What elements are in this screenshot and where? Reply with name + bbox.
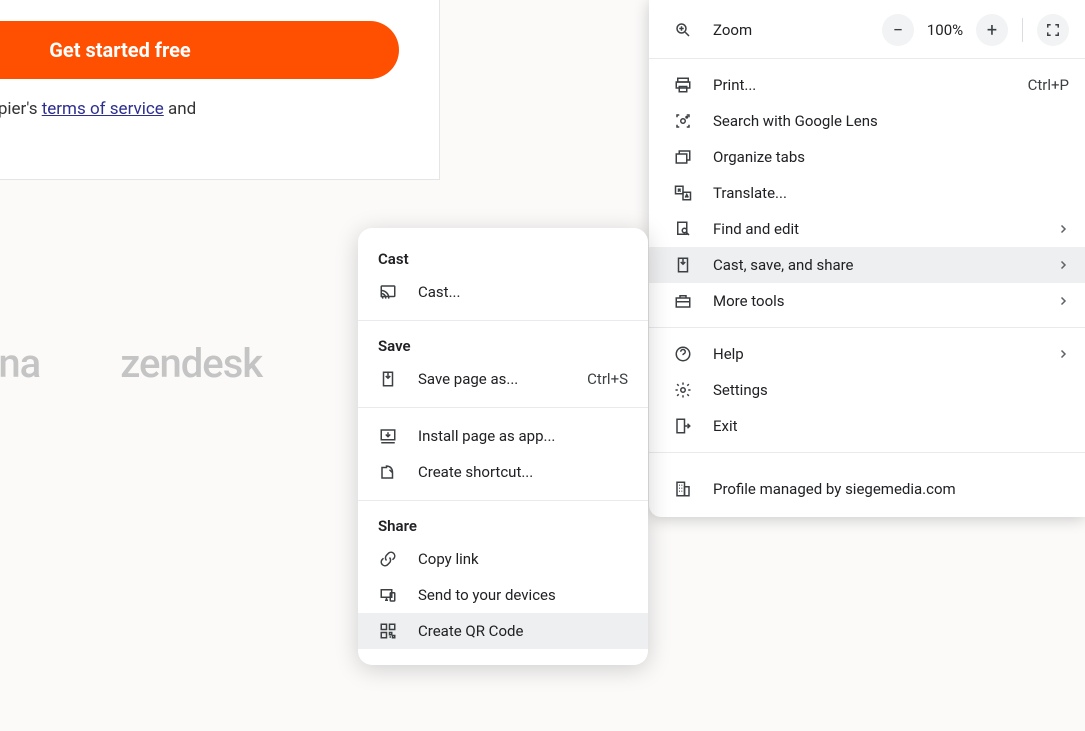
menu-organize-tabs[interactable]: Organize tabs [649, 139, 1085, 175]
sub-send-devices-label: Send to your devices [418, 586, 628, 604]
zoom-label: Zoom [713, 21, 882, 39]
zoom-value: 100% [918, 21, 972, 39]
menu-exit-label: Exit [713, 417, 1069, 435]
toolbox-icon [673, 291, 693, 311]
install-icon [378, 426, 398, 446]
legal-text: g up, you agree to Zapier's terms of ser… [0, 99, 399, 139]
logo-zendesk: zendesk [120, 340, 262, 387]
zoom-out-button[interactable]: − [882, 14, 914, 46]
cast-save-share-submenu: Cast Cast... Save Save page as... Ctrl+S… [358, 228, 648, 665]
sub-create-qr[interactable]: Create QR Code [358, 613, 648, 649]
menu-find-edit[interactable]: Find and edit [649, 211, 1085, 247]
sub-install-app[interactable]: Install page as app... [358, 418, 648, 454]
sub-save-title: Save [358, 331, 648, 361]
submenu-divider [358, 500, 648, 501]
translate-icon [673, 183, 693, 203]
terms-link[interactable]: terms of service [42, 99, 164, 119]
cast-save-share-icon [673, 255, 693, 275]
zoom-divider [1022, 18, 1023, 42]
menu-profile-managed-label: Profile managed by siegemedia.com [713, 480, 1069, 498]
chrome-main-menu: Zoom − 100% + Print... Ctrl+P Search wit… [649, 0, 1085, 517]
menu-help[interactable]: Help [649, 336, 1085, 372]
menu-print-shortcut: Ctrl+P [1028, 76, 1069, 94]
sub-create-shortcut-label: Create shortcut... [418, 463, 628, 481]
menu-print[interactable]: Print... Ctrl+P [649, 67, 1085, 103]
menu-cast-save-share[interactable]: Cast, save, and share [649, 247, 1085, 283]
submenu-divider [358, 320, 648, 321]
zoom-icon [673, 20, 693, 40]
shortcut-icon [378, 462, 398, 482]
fullscreen-button[interactable] [1037, 14, 1069, 46]
menu-divider [649, 452, 1085, 453]
organize-tabs-icon [673, 147, 693, 167]
chevron-right-icon [1057, 295, 1069, 307]
menu-lens-label: Search with Google Lens [713, 112, 1069, 130]
sub-create-shortcut[interactable]: Create shortcut... [358, 454, 648, 490]
sub-cast[interactable]: Cast... [358, 274, 648, 310]
gear-icon [673, 380, 693, 400]
find-icon [673, 219, 693, 239]
help-icon [673, 344, 693, 364]
legal-prefix: g up, you agree to Zapier's [0, 99, 42, 119]
menu-print-label: Print... [713, 76, 1028, 94]
lens-icon [673, 111, 693, 131]
save-page-icon [378, 369, 398, 389]
exit-icon [673, 416, 693, 436]
menu-organize-tabs-label: Organize tabs [713, 148, 1069, 166]
logo-asana: ana [0, 340, 40, 387]
sub-save-page-label: Save page as... [418, 370, 587, 388]
chevron-right-icon [1057, 348, 1069, 360]
sub-copy-link-label: Copy link [418, 550, 628, 568]
legal-mid: and [164, 99, 196, 119]
sub-cast-label: Cast... [418, 283, 628, 301]
menu-divider [649, 327, 1085, 328]
menu-divider [649, 58, 1085, 59]
sub-share-title: Share [358, 511, 648, 541]
chevron-right-icon [1057, 223, 1069, 235]
menu-more-tools-label: More tools [713, 292, 1057, 310]
chevron-right-icon [1057, 259, 1069, 271]
get-started-button[interactable]: Get started free [0, 21, 399, 79]
menu-more-tools[interactable]: More tools [649, 283, 1085, 319]
submenu-divider [358, 407, 648, 408]
menu-translate[interactable]: Translate... [649, 175, 1085, 211]
sub-create-qr-label: Create QR Code [418, 622, 628, 640]
menu-help-label: Help [713, 345, 1057, 363]
devices-icon [378, 585, 398, 605]
cast-icon [378, 282, 398, 302]
qr-icon [378, 621, 398, 641]
sub-copy-link[interactable]: Copy link [358, 541, 648, 577]
sub-save-page-shortcut: Ctrl+S [587, 370, 628, 388]
link-icon [378, 549, 398, 569]
zoom-in-button[interactable]: + [976, 14, 1008, 46]
sub-cast-title: Cast [358, 244, 648, 274]
sub-save-page[interactable]: Save page as... Ctrl+S [358, 361, 648, 397]
print-icon [673, 75, 693, 95]
menu-lens[interactable]: Search with Google Lens [649, 103, 1085, 139]
building-icon [673, 479, 693, 499]
sub-send-devices[interactable]: Send to your devices [358, 577, 648, 613]
menu-find-edit-label: Find and edit [713, 220, 1057, 238]
zoom-row: Zoom − 100% + [649, 10, 1085, 50]
menu-cast-save-share-label: Cast, save, and share [713, 256, 1057, 274]
menu-exit[interactable]: Exit [649, 408, 1085, 444]
menu-settings[interactable]: Settings [649, 372, 1085, 408]
signup-card: Get started free g up, you agree to Zapi… [0, 0, 440, 180]
menu-profile-managed[interactable]: Profile managed by siegemedia.com [649, 461, 1085, 517]
menu-translate-label: Translate... [713, 184, 1069, 202]
menu-settings-label: Settings [713, 381, 1069, 399]
sub-install-app-label: Install page as app... [418, 427, 628, 445]
